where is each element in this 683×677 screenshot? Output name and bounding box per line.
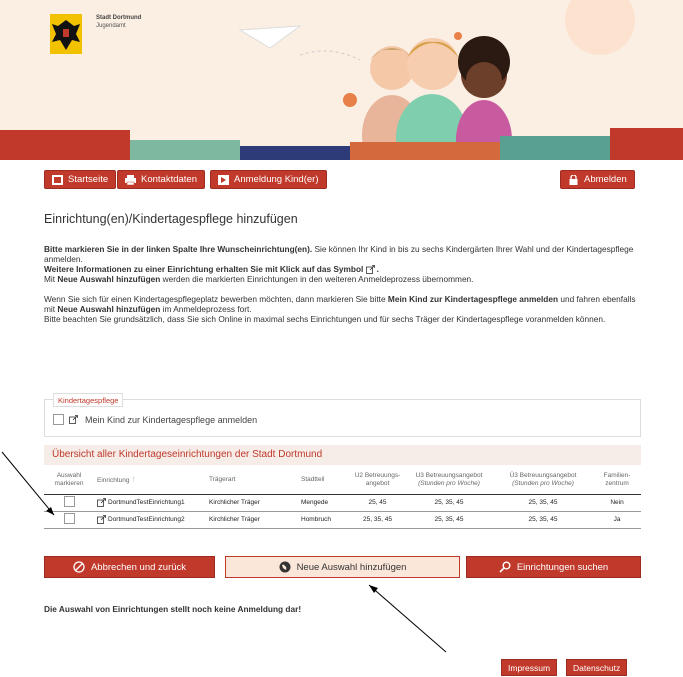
nav-register-button[interactable]: Anmeldung Kind(er): [210, 170, 327, 189]
printer-icon: [125, 174, 136, 185]
row-select-cell: [44, 511, 94, 529]
external-link-icon: [365, 265, 375, 275]
intro-p4-bold1: Mein Kind zur Kindertagespflege anmelden: [387, 294, 559, 305]
nav-register-label: Anmeldung Kind(er): [234, 174, 319, 185]
family-cell: Ja: [593, 511, 641, 529]
facility-name: DortmundTestEinrichtung1: [108, 499, 185, 507]
cancel-icon: [73, 561, 85, 573]
logo-title: Stadt Dortmund: [96, 15, 142, 21]
intro-paragraph-1: Bitte markieren Sie in der linken Spalte…: [44, 244, 641, 264]
home-icon: [52, 174, 63, 185]
logout-label: Abmelden: [584, 174, 627, 185]
intro-text: Bitte markieren Sie in der linken Spalte…: [44, 244, 641, 324]
intro-p4-pre: Wenn Sie sich für einen Kindertagespfleg…: [44, 294, 388, 305]
page-title: Einrichtung(en)/Kindertagespflege hinzuf…: [44, 212, 298, 226]
u2-cell: 25, 35, 45: [350, 511, 405, 529]
selection-note: Die Auswahl von Einrichtungen stellt noc…: [44, 604, 302, 614]
row-select-cell: [44, 494, 94, 512]
col-ue3-sub: (Stunden pro Woche): [512, 480, 574, 488]
row-select-checkbox[interactable]: [63, 513, 75, 524]
tagespflege-checkbox-label: Mein Kind zur Kindertagespflege anmelden: [85, 414, 258, 425]
u3-cell: 25, 35, 45: [405, 494, 493, 512]
sort-arrow-icon[interactable]: ↑: [131, 474, 136, 484]
ue3-cell: 25, 35, 45: [493, 494, 593, 512]
logo-subtitle: Jugendamt: [96, 23, 126, 29]
col-facility-label: Einrichtung: [97, 477, 130, 485]
intro-p3-pre: Mit: [44, 274, 58, 285]
col-ue3-title: Ü3 Betreuungsangebot: [509, 472, 577, 480]
nav-contact-button[interactable]: Kontaktdaten: [117, 170, 205, 189]
col-u2: U2 Betreuungs-angebot: [350, 467, 405, 495]
imprint-label: Impressum: [508, 662, 551, 673]
col-u3-title: U3 Betreuungsangebot: [415, 472, 483, 480]
tagespflege-legend: Kindertagespflege: [53, 393, 124, 407]
main-content: Startseite Kontaktdaten Anmeldung Kind(e…: [0, 160, 683, 677]
lock-icon: [568, 174, 579, 185]
district-cell: Hombruch: [298, 511, 350, 529]
logo-text: Stadt Dortmund Jugendamt: [96, 14, 141, 30]
city-logo[interactable]: [44, 14, 88, 54]
table-title: Übersicht aller Kindertageseinrichtungen…: [44, 445, 641, 465]
external-link-icon[interactable]: [97, 498, 106, 507]
intro-p3-rest: werden die markierten Einrichtungen in d…: [160, 274, 474, 285]
search-facilities-label: Einrichtungen suchen: [516, 561, 609, 573]
u2-cell: 25, 45: [350, 494, 405, 512]
table-header-row: Auswahl markieren Einrichtung ↑ Trägerar…: [44, 467, 641, 495]
intro-p4-rest: im Anmeldeprozess fort.: [160, 304, 252, 315]
col-u3: U3 Betreuungsangebot (Stunden pro Woche): [405, 467, 493, 495]
col-carrier: Trägerart: [206, 467, 298, 495]
search-facilities-button[interactable]: Einrichtungen suchen: [466, 556, 641, 578]
carrier-cell: Kirchlicher Träger: [206, 494, 298, 512]
logout-button[interactable]: Abmelden: [560, 170, 635, 189]
nav-home-label: Startseite: [68, 174, 109, 185]
col-facility[interactable]: Einrichtung ↑: [94, 467, 206, 495]
district-cell: Mengede: [298, 494, 350, 512]
external-link-icon[interactable]: [97, 515, 106, 524]
facility-cell[interactable]: DortmundTestEinrichtung2: [94, 511, 206, 529]
table-row: DortmundTestEinrichtung1 Kirchlicher Trä…: [44, 494, 641, 512]
intro-p1-bold: Bitte markieren Sie in der linken Spalte…: [44, 244, 313, 254]
intro-p3-bold: Neue Auswahl hinzufügen: [57, 274, 161, 285]
nav-home-button[interactable]: Startseite: [44, 170, 117, 189]
eagle-icon: [50, 14, 82, 54]
intro-paragraph-5: Bitte beachten Sie grundsätzlich, dass S…: [44, 314, 606, 325]
col-ue3: Ü3 Betreuungsangebot (Stunden pro Woche): [493, 467, 593, 495]
col-district: Stadtteil: [298, 467, 350, 495]
tagespflege-option: Mein Kind zur Kindertagespflege anmelden: [53, 414, 257, 425]
external-link-icon[interactable]: [69, 415, 78, 424]
back-button-label: Abbrechen und zurück: [90, 561, 187, 573]
intro-paragraph-2: Weitere Informationen zu einer Einrichtu…: [44, 264, 379, 275]
privacy-button[interactable]: Datenschutz: [566, 659, 628, 676]
nav-contact-label: Kontaktdaten: [141, 174, 197, 185]
globe-icon: [279, 561, 291, 573]
imprint-button[interactable]: Impressum: [501, 659, 558, 676]
add-selection-label: Neue Auswahl hinzufügen: [296, 561, 407, 573]
intro-p4-bold2: Neue Auswahl hinzufügen: [57, 304, 161, 315]
u3-cell: 25, 35, 45: [405, 511, 493, 529]
search-icon: [499, 561, 511, 573]
back-button[interactable]: Abbrechen und zurück: [44, 556, 215, 578]
facilities-table: Auswahl markieren Einrichtung ↑ Trägerar…: [44, 467, 641, 529]
header-banner: Stadt Dortmund Jugendamt: [0, 0, 683, 160]
ue3-cell: 25, 35, 45: [493, 511, 593, 529]
col-u3-sub: (Stunden pro Woche): [418, 480, 480, 488]
register-icon: [218, 174, 229, 185]
row-select-checkbox[interactable]: [63, 496, 75, 507]
family-cell: Nein: [593, 494, 641, 512]
intro-p2-bold: Weitere Informationen zu einer Einrichtu…: [44, 264, 364, 274]
tagespflege-fieldset: Kindertagespflege Mein Kind zur Kinderta…: [44, 393, 641, 437]
facility-name: DortmundTestEinrichtung2: [108, 516, 185, 524]
col-family: Familien-zentrum: [593, 467, 641, 495]
intro-paragraph-3: Mit Neue Auswahl hinzufügen werden die m…: [44, 274, 641, 284]
facility-cell[interactable]: DortmundTestEinrichtung1: [94, 494, 206, 512]
col-select: Auswahl markieren: [44, 467, 94, 495]
add-selection-button[interactable]: Neue Auswahl hinzufügen: [225, 556, 460, 578]
carrier-cell: Kirchlicher Träger: [206, 511, 298, 529]
tagespflege-checkbox[interactable]: [53, 414, 64, 425]
privacy-label: Datenschutz: [573, 662, 621, 673]
intro-paragraph-4: Wenn Sie sich für einen Kindertagespfleg…: [44, 294, 641, 314]
table-row: DortmundTestEinrichtung2 Kirchlicher Trä…: [44, 511, 641, 529]
